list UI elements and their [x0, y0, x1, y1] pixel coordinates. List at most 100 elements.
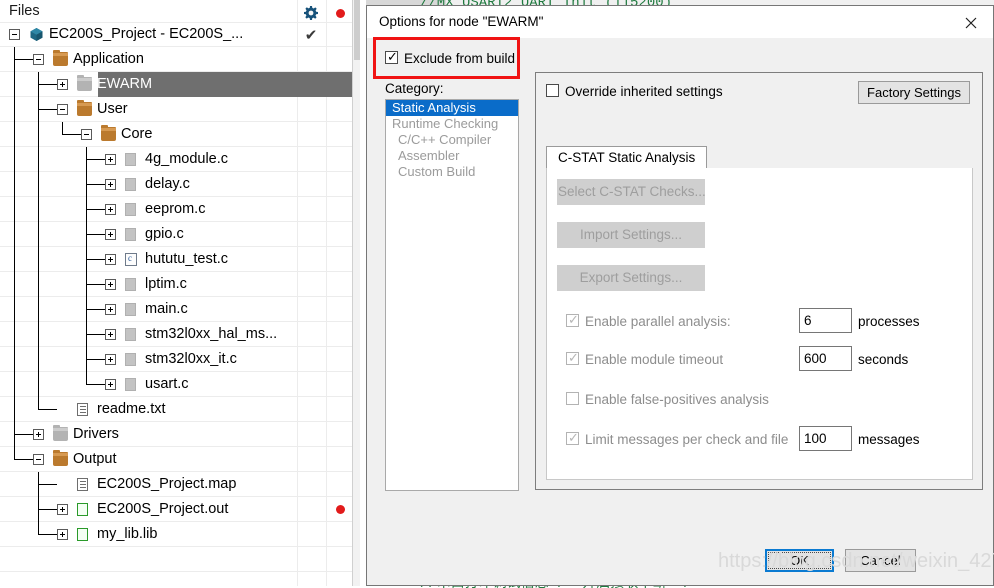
tree-row[interactable]: Core — [0, 122, 352, 147]
tree-connector — [38, 322, 39, 347]
expand-icon[interactable] — [105, 254, 116, 265]
files-tree[interactable]: Files EC200S_Project - EC200S_... Applicat… — [0, 0, 352, 586]
tree-connector — [86, 347, 87, 372]
collapse-icon[interactable] — [9, 29, 20, 40]
tree-row[interactable]: lptim.c — [0, 272, 352, 297]
tree-connector — [14, 47, 15, 72]
gear-icon[interactable] — [303, 5, 319, 21]
tree-row-empty — [0, 572, 352, 586]
folder-grey-icon — [77, 75, 92, 91]
category-item-custom-build[interactable]: Custom Build — [386, 164, 518, 180]
column-separator — [297, 322, 298, 347]
tree-row[interactable]: 4g_module.c — [0, 147, 352, 172]
dialog-title-bar[interactable]: Options for node "EWARM" — [367, 6, 993, 38]
exclude-from-build-label: Exclude from build — [404, 51, 516, 66]
expand-icon[interactable] — [105, 354, 116, 365]
column-separator — [326, 272, 327, 297]
tree-row[interactable]: eeprom.c — [0, 197, 352, 222]
parallel-processes-input[interactable]: 6 — [799, 308, 852, 333]
column-separator — [297, 247, 298, 272]
tree-connector — [38, 484, 57, 485]
expand-icon[interactable] — [105, 379, 116, 390]
files-scrollbar[interactable] — [352, 0, 360, 586]
column-separator — [297, 347, 298, 372]
tree-connector — [14, 397, 15, 422]
expand-icon[interactable] — [57, 529, 68, 540]
collapse-icon[interactable] — [33, 54, 44, 65]
tree-row[interactable]: Application — [0, 47, 352, 72]
column-separator — [297, 22, 298, 47]
tree-row[interactable]: EC200S_Project.map — [0, 472, 352, 497]
tree-row[interactable]: stm32l0xx_hal_ms... — [0, 322, 352, 347]
tree-row-label: Output — [73, 451, 117, 467]
column-separator — [326, 222, 327, 247]
tree-row[interactable]: usart.c — [0, 372, 352, 397]
tree-row-label: main.c — [145, 301, 188, 317]
checkbox-box[interactable]: ✓ — [566, 431, 579, 446]
checkbox-box[interactable]: ✓ — [385, 50, 398, 65]
category-list[interactable]: Static Analysis Runtime Checking C/C++ Com… — [385, 99, 519, 491]
cancel-button[interactable]: Cancel — [845, 549, 916, 572]
collapse-icon[interactable] — [33, 454, 44, 465]
tree-row-label: gpio.c — [145, 226, 184, 242]
checkbox-box[interactable] — [546, 84, 559, 97]
collapse-icon[interactable] — [57, 104, 68, 115]
tree-row-label: EC200S_Project - EC200S_... — [49, 26, 244, 42]
tree-row[interactable]: readme.txt — [0, 397, 352, 422]
tree-row[interactable]: main.c — [0, 297, 352, 322]
column-separator — [297, 572, 298, 586]
tree-row[interactable]: EC200S_Project.out — [0, 497, 352, 522]
tree-row[interactable]: gpio.c — [0, 222, 352, 247]
collapse-icon[interactable] — [81, 129, 92, 140]
tree-row[interactable]: stm32l0xx_it.c — [0, 347, 352, 372]
export-settings-button[interactable]: Export Settings... — [557, 265, 705, 291]
tree-connector — [14, 422, 15, 447]
category-item-static-analysis[interactable]: Static Analysis — [386, 100, 518, 116]
tree-connector — [86, 334, 105, 335]
tree-row[interactable]: Drivers — [0, 422, 352, 447]
expand-icon[interactable] — [105, 279, 116, 290]
close-icon[interactable] — [949, 6, 993, 38]
expand-icon[interactable] — [105, 154, 116, 165]
checkbox-box[interactable] — [566, 392, 579, 405]
column-separator — [297, 122, 298, 147]
tree-connector — [86, 247, 87, 272]
category-item-c-c-compiler[interactable]: C/C++ Compiler — [386, 132, 518, 148]
tree-row[interactable]: User — [0, 97, 352, 122]
c-source-icon — [125, 253, 137, 266]
category-label: Category: — [385, 81, 444, 96]
expand-icon[interactable] — [105, 329, 116, 340]
tree-row[interactable]: my_lib.lib — [0, 522, 352, 547]
expand-icon[interactable] — [57, 79, 68, 90]
expand-icon[interactable] — [57, 504, 68, 515]
tree-row[interactable]: EWARM — [0, 72, 352, 97]
files-scrollbar-thumb[interactable] — [354, 0, 360, 60]
cstat-tab-panel: Select C-STAT Checks... Import Settings.… — [546, 168, 973, 480]
limit-messages-input[interactable]: 100 — [799, 426, 852, 451]
expand-icon[interactable] — [33, 429, 44, 440]
tab-cstat-static-analysis[interactable]: C-STAT Static Analysis — [546, 146, 708, 169]
checkbox-box[interactable]: ✓ — [566, 351, 579, 366]
select-cstat-checks-button[interactable]: Select C-STAT Checks... — [557, 179, 706, 205]
expand-icon[interactable] — [105, 179, 116, 190]
expand-icon[interactable] — [105, 229, 116, 240]
factory-settings-button[interactable]: Factory Settings — [858, 81, 970, 104]
tree-row[interactable]: hututu_test.c — [0, 247, 352, 272]
ok-button[interactable]: OK — [765, 549, 834, 572]
checkbox-box[interactable]: ✓ — [566, 313, 579, 328]
tree-row[interactable]: delay.c — [0, 172, 352, 197]
c-file-icon — [125, 378, 136, 391]
tree-connector — [14, 297, 15, 322]
category-item-runtime-checking[interactable]: Runtime Checking — [386, 116, 518, 132]
import-settings-button[interactable]: Import Settings... — [557, 222, 705, 248]
tree-row-label: stm32l0xx_it.c — [145, 351, 237, 367]
column-separator — [297, 222, 298, 247]
category-item-assembler[interactable]: Assembler — [386, 148, 518, 164]
expand-icon[interactable] — [105, 204, 116, 215]
column-separator — [297, 297, 298, 322]
expand-icon[interactable] — [105, 304, 116, 315]
tree-row[interactable]: EC200S_Project - EC200S_... — [0, 22, 352, 47]
module-timeout-input[interactable]: 600 — [799, 346, 852, 371]
tree-row[interactable]: Output — [0, 447, 352, 472]
tree-connector — [38, 397, 39, 410]
